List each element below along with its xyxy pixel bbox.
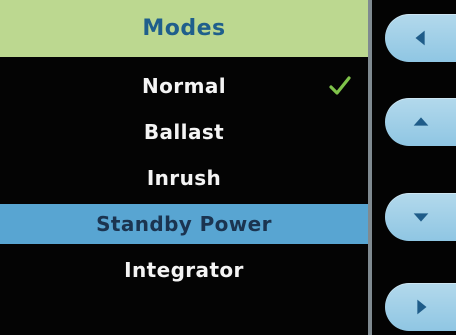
left-button[interactable] xyxy=(385,14,456,62)
menu-item-normal[interactable]: Normal xyxy=(0,66,368,106)
menu-item-label: Ballast xyxy=(143,120,225,144)
chevron-down-icon xyxy=(413,213,428,222)
chevron-right-icon xyxy=(416,299,426,315)
right-button[interactable] xyxy=(385,283,456,331)
down-button[interactable] xyxy=(385,193,456,241)
device-screen: Modes Normal Ballast Inrush Standby Powe… xyxy=(0,0,456,335)
menu-item-label: Inrush xyxy=(146,166,222,190)
menu-item-ballast[interactable]: Ballast xyxy=(0,112,368,152)
up-button[interactable] xyxy=(385,98,456,146)
menu-item-inrush[interactable]: Inrush xyxy=(0,158,368,198)
chevron-up-icon xyxy=(413,117,428,126)
checkmark-icon xyxy=(329,76,351,95)
menu-item-label: Normal xyxy=(142,74,226,98)
menu-header: Modes xyxy=(0,0,368,57)
chevron-left-icon xyxy=(415,30,425,46)
menu-item-label: Integrator xyxy=(124,258,244,282)
menu-item-integrator[interactable]: Integrator xyxy=(0,250,368,290)
modes-menu: Modes Normal Ballast Inrush Standby Powe… xyxy=(0,0,368,335)
navigation-buttons xyxy=(372,0,456,335)
menu-title: Modes xyxy=(142,16,226,41)
menu-item-label: Standby Power xyxy=(96,212,272,236)
menu-item-standby-power[interactable]: Standby Power xyxy=(0,204,368,244)
